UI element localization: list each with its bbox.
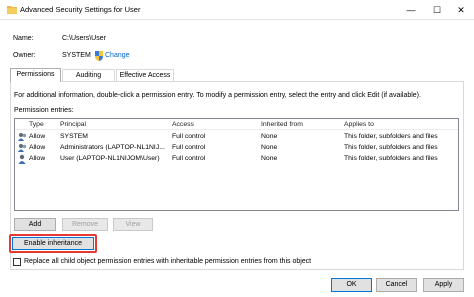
row-principal: User (LAPTOP-NL1NIJOM\User) <box>60 155 160 162</box>
row-inherited-from: None <box>261 133 278 140</box>
row-applies-to: This folder, subfolders and files <box>344 133 438 140</box>
permission-entries-list[interactable]: Type Principal Access Inherited from App… <box>14 118 459 211</box>
row-applies-to: This folder, subfolders and files <box>344 144 438 151</box>
replace-child-permissions-checkbox[interactable] <box>13 258 21 266</box>
tab-permissions[interactable]: Permissions <box>10 68 61 82</box>
row-inherited-from: None <box>261 155 278 162</box>
close-button[interactable]: ✕ <box>448 0 474 20</box>
enable-inheritance-button[interactable]: Enable inheritance <box>12 237 94 250</box>
row-principal: SYSTEM <box>60 133 88 140</box>
change-owner-link[interactable]: Change <box>105 52 130 59</box>
ok-button[interactable]: OK <box>331 278 372 292</box>
column-header-inherited-from[interactable]: Inherited from <box>261 121 303 128</box>
folder-icon <box>7 5 17 14</box>
list-header: Type Principal Access Inherited from App… <box>15 119 458 130</box>
users-icon <box>17 143 28 153</box>
column-header-access[interactable]: Access <box>172 121 194 128</box>
add-button[interactable]: Add <box>14 218 56 231</box>
view-button[interactable]: View <box>113 218 153 231</box>
apply-button[interactable]: Apply <box>423 278 464 292</box>
title-bar: Advanced Security Settings for User — ☐ … <box>0 0 474 20</box>
row-type: Allow <box>29 155 46 162</box>
row-access: Full control <box>172 155 206 162</box>
tab-auditing[interactable]: Auditing <box>62 69 115 81</box>
owner-label: Owner: <box>13 52 36 59</box>
remove-button[interactable]: Remove <box>62 218 108 231</box>
users-icon <box>17 132 28 142</box>
row-inherited-from: None <box>261 144 278 151</box>
name-label: Name: <box>13 35 34 42</box>
cancel-button[interactable]: Cancel <box>376 278 417 292</box>
maximize-button[interactable]: ☐ <box>424 0 450 20</box>
row-principal: Administrators (LAPTOP-NL1NIJ... <box>60 144 165 151</box>
permission-entries-label: Permission entries: <box>14 107 74 114</box>
minimize-button[interactable]: — <box>398 0 424 20</box>
replace-child-permissions-label[interactable]: Replace all child object permission entr… <box>24 258 311 265</box>
user-icon <box>17 154 28 164</box>
row-access: Full control <box>172 133 206 140</box>
owner-value: SYSTEM <box>62 52 91 59</box>
panel-info-text: For additional information, double-click… <box>14 92 421 99</box>
window-title: Advanced Security Settings for User <box>20 5 141 14</box>
name-value: C:\Users\User <box>62 35 106 42</box>
column-header-principal[interactable]: Principal <box>60 121 86 128</box>
row-applies-to: This folder, subfolders and files <box>344 155 438 162</box>
table-row[interactable]: Allow User (LAPTOP-NL1NIJOM\User) Full c… <box>15 154 458 164</box>
row-type: Allow <box>29 144 46 151</box>
column-header-type[interactable]: Type <box>29 121 44 128</box>
column-header-applies-to[interactable]: Applies to <box>344 121 374 128</box>
tab-effective-access[interactable]: Effective Access <box>116 69 174 81</box>
row-type: Allow <box>29 133 46 140</box>
row-access: Full control <box>172 144 206 151</box>
table-row[interactable]: Allow SYSTEM Full control None This fold… <box>15 132 458 142</box>
table-row[interactable]: Allow Administrators (LAPTOP-NL1NIJ... F… <box>15 143 458 153</box>
shield-icon <box>94 51 104 61</box>
